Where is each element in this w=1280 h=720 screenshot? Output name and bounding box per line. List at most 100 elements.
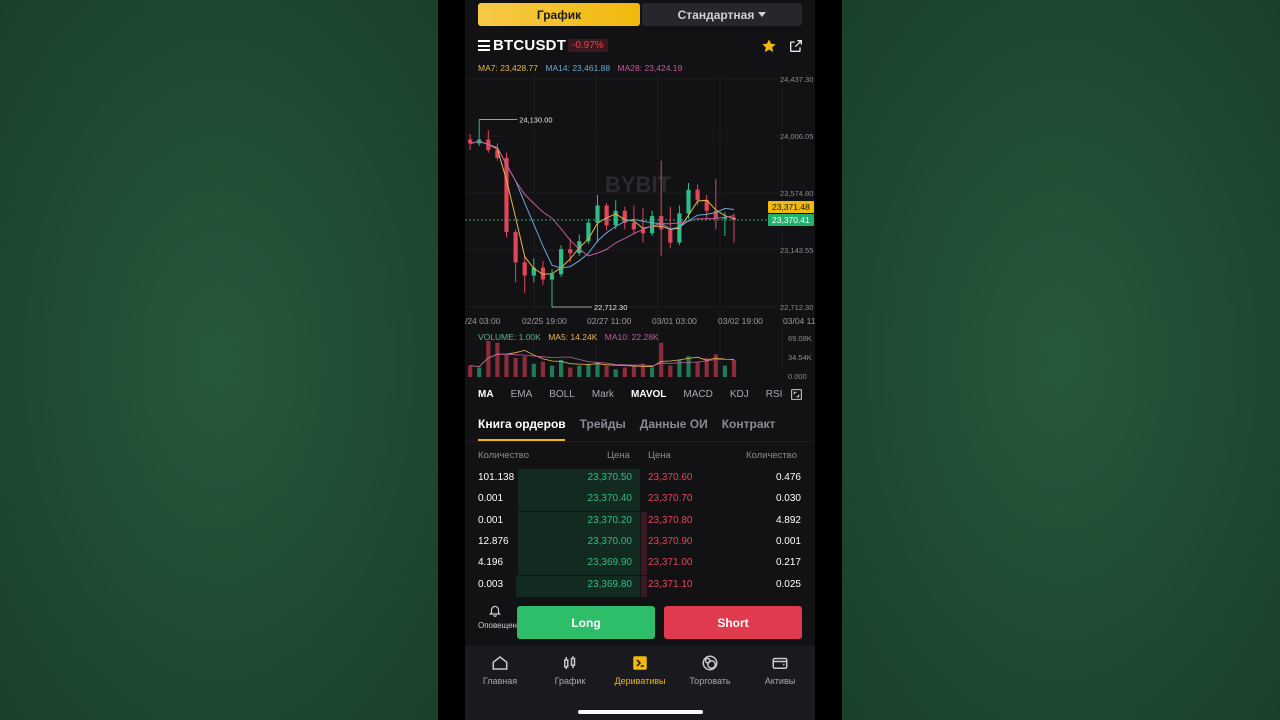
long-button[interactable]: Long	[517, 606, 655, 639]
volume-bar	[659, 342, 664, 377]
chart-mode-button[interactable]: График	[478, 3, 640, 26]
nav-derivatives[interactable]: Деривативы	[605, 654, 675, 686]
bid-price-cell[interactable]: 23,370.00	[555, 536, 633, 547]
indicator-tabs: MA EMA BOLL Mark MAVOL MACD KDJ RSI	[478, 389, 799, 400]
ask-price-cell[interactable]: 23,370.60	[648, 472, 728, 483]
bid-qty-header: Количество	[478, 450, 530, 461]
nav-home[interactable]: Главная	[465, 654, 535, 686]
tab-trades[interactable]: Трейды	[580, 417, 626, 431]
bid-qty-cell[interactable]: 0.003	[478, 579, 558, 590]
menu-icon[interactable]	[478, 40, 490, 51]
short-button[interactable]: Short	[664, 606, 802, 639]
symbol-title[interactable]: BTCUSDT	[493, 37, 566, 54]
volume-bar	[731, 359, 737, 377]
ask-qty-cell[interactable]: 0.030	[720, 493, 801, 504]
nav-trade[interactable]: Торговать	[675, 654, 745, 686]
volume-ma5-line	[470, 349, 735, 368]
nav-assets[interactable]: Активы	[745, 654, 815, 686]
volume-bar	[540, 361, 545, 377]
candle-body	[659, 216, 664, 230]
bid-price-cell[interactable]: 23,370.40	[555, 493, 633, 504]
volume-bar	[613, 369, 618, 377]
low-label: 22,712.30	[594, 303, 627, 312]
tab-contract[interactable]: Контракт	[722, 417, 776, 431]
ask-depth-bar	[641, 533, 647, 554]
volume-bar	[604, 365, 609, 377]
bid-qty-cell[interactable]: 0.001	[478, 515, 558, 526]
ask-qty-header: Количество	[746, 450, 798, 461]
chart-type-dropdown[interactable]: Стандартная	[642, 3, 802, 26]
bid-price-cell[interactable]: 23,370.20	[555, 515, 633, 526]
bid-price-cell[interactable]: 23,369.90	[555, 557, 633, 568]
last-price-tag: 23,371.48	[768, 201, 814, 213]
app-screen: График Стандартная BTCUSDT -0.97% MA7: 2…	[465, 0, 815, 720]
ask-qty-cell[interactable]: 0.217	[720, 557, 801, 568]
price-change-badge: -0.97%	[568, 39, 608, 52]
trade-icon	[702, 655, 718, 671]
volume-bar	[640, 363, 646, 377]
bid-qty-cell[interactable]: 4.196	[478, 557, 558, 568]
alerts-button[interactable]: Оповещения	[478, 603, 526, 631]
indicator-macd[interactable]: MACD	[683, 389, 712, 400]
ask-qty-cell[interactable]: 0.001	[720, 536, 801, 547]
bid-price-cell[interactable]: 23,370.50	[555, 472, 633, 483]
nav-assets-label: Активы	[764, 676, 796, 686]
volume-bar	[577, 365, 582, 377]
price-axis-label: 23,143.55	[780, 246, 813, 255]
volume-bar	[468, 365, 473, 377]
candles-icon	[564, 656, 576, 669]
candle-body	[559, 249, 564, 275]
volume-value: VOLUME: 1.00K	[478, 332, 541, 342]
favorite-star-icon[interactable]	[761, 38, 777, 59]
price-axis-label: 24,437.30	[780, 75, 813, 84]
candle-body	[504, 157, 509, 232]
volume-bar	[650, 367, 655, 377]
ask-qty-cell[interactable]: 4.892	[720, 515, 801, 526]
nav-derivatives-label: Деривативы	[614, 676, 666, 686]
tab-oi-data[interactable]: Данные ОИ	[640, 417, 708, 431]
candle-body	[522, 262, 527, 276]
chevron-down-icon	[758, 12, 767, 17]
date-axis-label: /24 03:00	[465, 316, 501, 326]
candle-body	[650, 216, 655, 234]
external-link-icon[interactable]	[788, 38, 804, 59]
nav-trade-label: Торговать	[689, 676, 731, 686]
indicator-boll[interactable]: BOLL	[549, 389, 575, 400]
ask-price-cell[interactable]: 23,371.00	[648, 557, 728, 568]
indicator-ma[interactable]: MA	[478, 389, 494, 400]
volume-bar	[631, 365, 636, 377]
derivatives-icon	[633, 656, 647, 670]
ma7-line	[469, 140, 735, 275]
indicator-rsi[interactable]: RSI	[766, 389, 783, 400]
bid-qty-cell[interactable]: 0.001	[478, 493, 558, 504]
fullscreen-icon[interactable]	[790, 388, 803, 406]
ask-qty-cell[interactable]: 0.025	[720, 579, 801, 590]
volume-axis-label: 34.54K	[788, 353, 812, 362]
bid-qty-cell[interactable]: 12.876	[478, 536, 558, 547]
nav-chart[interactable]: График	[535, 654, 605, 686]
bid-price-cell[interactable]: 23,369.80	[555, 579, 633, 590]
indicator-mavol[interactable]: MAVOL	[631, 389, 666, 400]
candle-body	[549, 274, 555, 280]
price-axis-label: 22,712.30	[780, 303, 813, 312]
date-axis-label: 02/27 11:00	[587, 316, 632, 326]
indicator-kdj[interactable]: KDJ	[730, 389, 749, 400]
ask-price-cell[interactable]: 23,370.90	[648, 536, 728, 547]
ask-qty-cell[interactable]: 0.476	[720, 472, 801, 483]
indicator-ema[interactable]: EMA	[511, 389, 533, 400]
date-axis-label: 03/02 19:00	[718, 316, 763, 326]
ask-price-cell[interactable]: 23,371.10	[648, 579, 728, 590]
bid-qty-cell[interactable]: 101.138	[478, 472, 558, 483]
bell-icon	[488, 605, 502, 617]
tabs-divider	[465, 441, 815, 442]
indicator-mark[interactable]: Mark	[592, 389, 614, 400]
ask-price-cell[interactable]: 23,370.80	[648, 515, 728, 526]
ask-price-cell[interactable]: 23,370.70	[648, 493, 728, 504]
ask-depth-bar	[641, 576, 647, 597]
tab-orderbook[interactable]: Книга ордеров	[478, 417, 566, 431]
candle-body	[668, 229, 673, 243]
ask-price-header: Цена	[648, 450, 671, 461]
volume-bar	[686, 356, 691, 377]
candle-body	[631, 222, 636, 230]
short-label: Short	[717, 615, 749, 630]
